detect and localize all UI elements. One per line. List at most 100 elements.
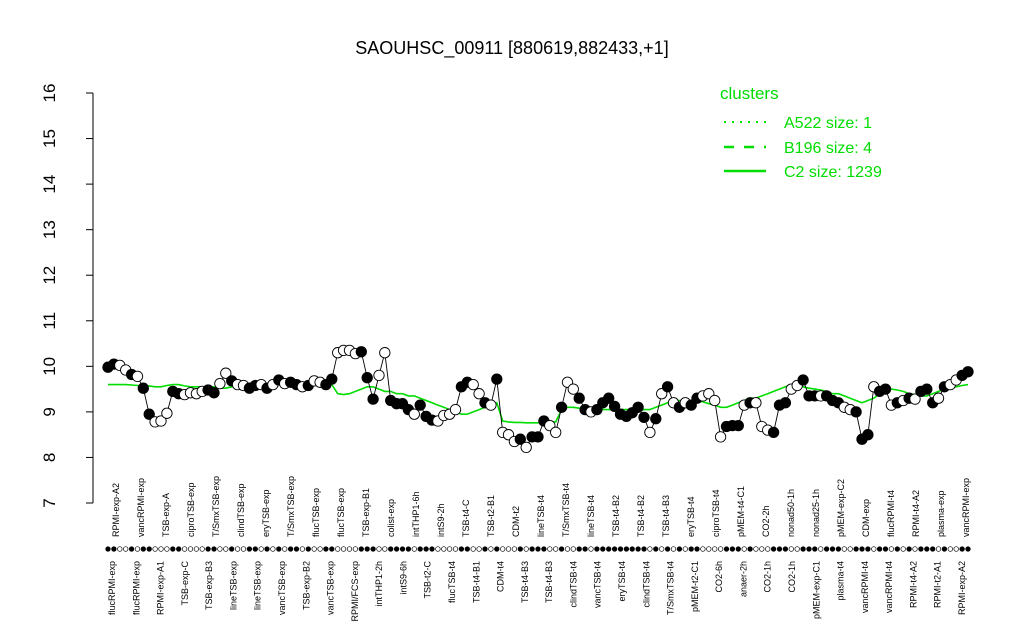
category-label: eryTSB-exp <box>261 489 271 537</box>
category-label: flucRPMI-exp <box>131 561 141 615</box>
category-label: vancRPMI-exp <box>961 478 971 537</box>
rug-marker <box>458 546 465 552</box>
data-point <box>555 401 568 413</box>
category-label: TSB-t4-C <box>461 499 471 537</box>
data-point <box>797 374 809 386</box>
category-label: TSB-t4-B1 <box>471 561 481 603</box>
rug-marker <box>476 546 482 552</box>
rug-marker <box>140 546 146 552</box>
category-label: CDM-t2 <box>511 506 521 537</box>
data-point <box>379 347 391 359</box>
rug-marker <box>965 546 971 552</box>
rug-marker <box>488 546 494 552</box>
category-label: CDM-exp <box>861 499 871 537</box>
y-axis: 7 8 9 10 11 12 13 14 15 16 <box>40 84 94 508</box>
rug-marker <box>423 546 429 552</box>
rug-marker <box>364 546 370 552</box>
data-point <box>131 370 144 383</box>
category-label: lineTSB-t4 <box>536 495 546 537</box>
legend-label-c2: C2 size: 1239 <box>784 164 882 181</box>
rug-marker <box>547 546 553 552</box>
data-point <box>532 431 544 443</box>
data-point <box>921 383 933 395</box>
category-label: flucTSB-t4 <box>447 561 457 603</box>
data-point <box>414 399 426 411</box>
y-tick-label: 15 <box>40 129 59 148</box>
y-tick-label: 13 <box>40 220 59 239</box>
rug-marker <box>617 546 624 552</box>
y-tick-label: 14 <box>40 175 59 194</box>
rug-marker <box>635 546 641 552</box>
rug-marker <box>105 546 111 552</box>
rug-marker <box>712 546 718 552</box>
rug-marker <box>388 546 394 552</box>
rug-marker <box>199 546 205 552</box>
category-label: RPMI-exp-A2 <box>111 483 121 537</box>
chart-svg: SAOUHSC_00911 [880619,882433,+1] 7 8 9 10 11… <box>40 38 974 622</box>
rug-marker <box>835 546 842 552</box>
rug-marker <box>812 546 818 552</box>
category-label: vancRPMI-t4 <box>884 561 894 613</box>
category-label: lineTSB-exp <box>253 561 263 610</box>
category-label: TSB-t2-B1 <box>486 495 496 537</box>
rug-marker <box>529 546 535 552</box>
data-point <box>750 397 762 409</box>
category-label: flucTSB-exp <box>336 488 346 537</box>
rug-marker <box>871 546 877 552</box>
category-label: RPMI-t4-A2 <box>908 561 918 608</box>
rug-marker <box>176 546 182 552</box>
rug-marker <box>500 546 506 552</box>
category-label: nonad50-1h <box>786 489 796 537</box>
rug-marker <box>376 546 382 552</box>
rug-marker <box>435 546 441 552</box>
rug-marker <box>859 546 865 552</box>
data-point <box>932 392 945 404</box>
rug-marker <box>429 546 435 552</box>
rug-marker <box>641 546 647 552</box>
category-label: T/SmxTSB-exp <box>286 476 296 537</box>
rug-marker <box>747 546 753 552</box>
rug-marker <box>405 546 412 552</box>
rug-marker <box>417 546 423 552</box>
rug-marker <box>352 546 359 552</box>
category-label: CO2-1h <box>787 561 797 593</box>
rug-marker <box>229 546 235 552</box>
rug-marker <box>264 546 270 552</box>
category-label: eryTSB-t4 <box>686 496 696 537</box>
data-point <box>567 383 579 395</box>
rug-marker <box>935 546 942 552</box>
rug-marker <box>794 546 800 552</box>
rug-marker <box>847 546 853 552</box>
rug-marker <box>240 546 247 552</box>
category-label: TSB-t4-B2 <box>611 495 621 537</box>
data-point <box>214 377 226 390</box>
y-tick-label: 8 <box>40 453 59 462</box>
rug-marker <box>706 546 712 552</box>
rug-marker <box>335 546 341 552</box>
rug-marker <box>959 546 965 552</box>
rug-marker <box>117 546 123 552</box>
data-point <box>650 413 662 425</box>
rug-marker <box>193 546 200 552</box>
rug-marker <box>659 546 665 552</box>
category-label: TSB-exp-C <box>180 561 190 606</box>
data-point <box>161 407 173 419</box>
rug-marker <box>688 546 694 552</box>
rug-marker <box>582 546 588 552</box>
data-point <box>473 388 485 400</box>
category-label: TSB-t4-B2 <box>636 495 646 537</box>
rug-marker <box>729 546 736 552</box>
rug-marker <box>399 546 406 552</box>
rug-marker <box>947 546 953 552</box>
data-point <box>550 426 562 439</box>
rug-marker <box>370 546 376 552</box>
category-label: eryTSB-t4 <box>617 561 627 602</box>
rug-marker <box>558 546 565 552</box>
category-label: pMEM-exp-C2 <box>836 479 846 537</box>
category-label: TSB-t4-B3 <box>520 561 530 603</box>
rug-marker <box>187 546 194 552</box>
category-label: pMEM-t4-C1 <box>736 486 746 537</box>
data-point <box>644 426 656 439</box>
rug-marker <box>282 546 288 552</box>
rug-marker <box>470 546 476 552</box>
